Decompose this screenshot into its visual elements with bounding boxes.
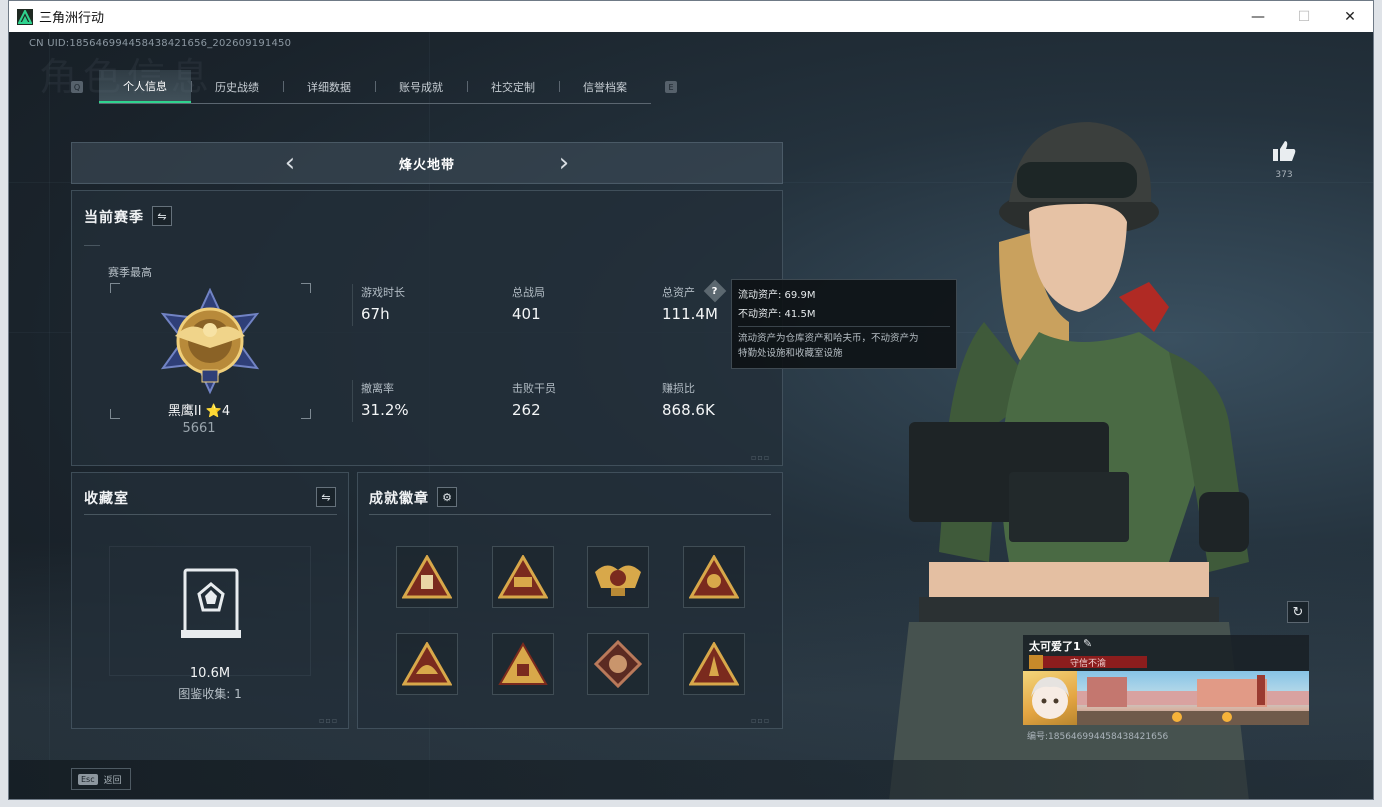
tab-bar: Q 个人信息 历史战绩 详细数据 账号成就 社交定制 信誉档案 E: [71, 70, 677, 104]
season-swap-button[interactable]: ⇋: [152, 206, 172, 226]
tab-personal-info[interactable]: 个人信息: [99, 70, 191, 103]
collection-value: 10.6M: [189, 666, 231, 681]
achievements-title: 成就徽章: [369, 491, 429, 507]
back-label: 返回: [103, 775, 122, 786]
game-window: 三角洲行动 — ☐ ✕ 角色信息 CN UID:1856469944584384…: [8, 0, 1374, 800]
stat-value-playtime: 67h: [361, 305, 390, 323]
refresh-button[interactable]: ↻: [1287, 601, 1309, 623]
achievement-badge-6[interactable]: [492, 633, 554, 695]
section-rule: [84, 514, 337, 515]
achievement-badge-2[interactable]: [492, 546, 554, 608]
badge-triangle-icon: [689, 642, 739, 686]
rank-score: 5661: [182, 421, 216, 436]
badge-triangle-icon: [402, 555, 452, 599]
bottom-bar: Esc 返回: [9, 760, 1373, 799]
stat-value-extraction-rate: 31.2%: [361, 401, 409, 419]
season-highest-label: 赛季最高: [108, 266, 152, 279]
mode-name: 烽火地带: [398, 157, 455, 173]
key-hint-e: E: [665, 81, 677, 93]
player-id: 编号:1856469944584384216​56: [1027, 732, 1169, 742]
rank-eagle-icon: [160, 288, 260, 395]
stat-label-playtime: 游戏时长: [361, 286, 405, 299]
thumbs-up-icon: [1273, 141, 1296, 161]
frame-corner: [301, 409, 311, 419]
key-hint-q: Q: [71, 81, 83, 93]
tab-detailed-data[interactable]: 详细数据: [283, 70, 375, 103]
honor-tag: 守信不渝: [1029, 656, 1147, 669]
achievement-badge-5[interactable]: [396, 633, 458, 695]
player-card[interactable]: 太可爱了1 ✎ 守信不渝: [1023, 635, 1309, 727]
stat-value-kills: 262: [512, 401, 541, 419]
achievement-badge-8[interactable]: [683, 633, 745, 695]
game-viewport: 角色信息 CN UID:185646994458438421656_202609…: [9, 32, 1373, 799]
badge-triangle-icon: [689, 555, 739, 599]
esc-key: Esc: [78, 773, 98, 785]
avatar[interactable]: [1023, 671, 1077, 725]
tab-achievements[interactable]: 账号成就: [375, 70, 467, 103]
tab-reputation[interactable]: 信誉档案: [559, 70, 651, 103]
section-rule: [369, 514, 771, 515]
rank-name: 黑鹰II ⭐4: [167, 404, 231, 419]
uid-label: CN UID:185646994458438421656_20260919145…: [29, 38, 292, 49]
player-banner: [1077, 671, 1309, 725]
like-button[interactable]: 373: [1269, 140, 1299, 180]
next-mode-button[interactable]: ›: [552, 148, 576, 178]
stat-label-extraction-rate: 撤离率: [361, 382, 394, 395]
badge-dragon-icon: [594, 640, 642, 688]
help-icon-glyph: ?: [712, 285, 718, 297]
player-name: 太可爱了1: [1029, 640, 1081, 653]
back-button[interactable]: Esc 返回: [71, 768, 131, 790]
stat-value-total-assets: 111.4M: [662, 305, 718, 323]
prev-mode-button[interactable]: ‹: [278, 148, 302, 178]
like-count: 373: [1275, 170, 1293, 180]
panel-corner-dots: ▫▫▫: [319, 716, 339, 725]
stat-label-matches: 总战局: [512, 286, 545, 299]
window-title: 三角洲行动: [39, 11, 105, 26]
frame-corner: [301, 283, 311, 293]
frame-corner: [110, 283, 120, 293]
mode-selector: ‹ 烽火地带 ›: [71, 142, 783, 184]
achievement-badge-4[interactable]: [683, 546, 745, 608]
badge-wings-icon: [595, 565, 641, 596]
display-case-icon: [181, 568, 241, 638]
app-logo-icon: [17, 8, 33, 25]
badge-triangle-icon: [498, 642, 548, 685]
stat-label-total-assets: 总资产: [662, 286, 695, 299]
badge-triangle-icon: [402, 642, 452, 686]
stat-divider: [352, 380, 353, 422]
tab-history[interactable]: 历史战绩: [191, 70, 283, 103]
maximize-button[interactable]: ☐: [1281, 1, 1327, 32]
avatar-portrait: [1031, 677, 1069, 719]
achievement-badge-7[interactable]: [587, 633, 649, 695]
stat-value-matches: 401: [512, 305, 541, 323]
stat-label-profit-ratio: 赚损比: [662, 382, 695, 395]
achievement-badge-3[interactable]: [587, 546, 649, 608]
collection-title: 收藏室: [84, 491, 129, 507]
minimize-button[interactable]: —: [1235, 1, 1281, 32]
season-title: 当前赛季: [84, 210, 144, 226]
stat-value-profit-ratio: 868.6K: [662, 401, 715, 419]
panel-corner-dots: ▫▫▫: [751, 453, 771, 462]
tab-social[interactable]: 社交定制: [467, 70, 559, 103]
banner-scene: [1077, 675, 1309, 725]
stat-divider: [352, 284, 353, 326]
stat-label-kills: 击败干员: [512, 382, 556, 395]
achievements-settings-button[interactable]: ⚙: [437, 487, 457, 507]
collection-swap-button[interactable]: ⇋: [316, 487, 336, 507]
edit-name-icon[interactable]: ✎: [1083, 637, 1092, 650]
player-card-header: 太可爱了1 ✎ 守信不渝: [1023, 635, 1309, 671]
section-rule: [84, 245, 100, 246]
badge-triangle-icon: [498, 555, 548, 599]
scale-icon: [1029, 655, 1043, 669]
title-bar: 三角洲行动 — ☐ ✕: [9, 1, 1373, 32]
collection-count: 图鉴收集: 1: [178, 687, 242, 701]
achievement-badge-1[interactable]: [396, 546, 458, 608]
panel-corner-dots: ▫▫▫: [751, 716, 771, 725]
close-button[interactable]: ✕: [1327, 1, 1373, 32]
